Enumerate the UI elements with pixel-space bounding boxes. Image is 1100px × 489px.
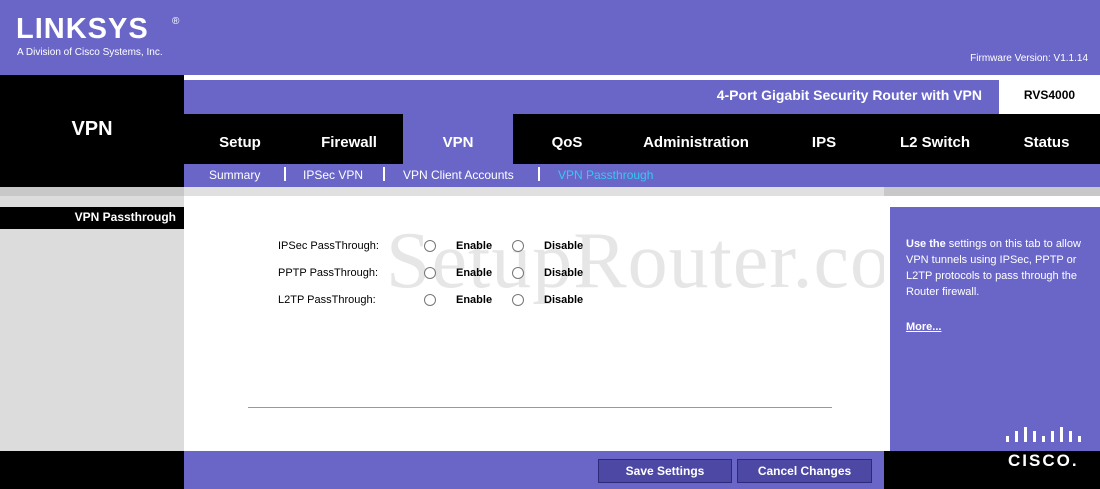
firmware-version: Firmware Version: V1.1.14 (970, 53, 1088, 64)
tab-administration[interactable]: Administration (621, 122, 771, 164)
cisco-logo-icon (1006, 427, 1081, 442)
help-lead: Use the (906, 238, 946, 250)
subtab-separator (383, 167, 385, 181)
tab-setup[interactable]: Setup (184, 122, 296, 164)
pptp-disable-label: Disable (544, 267, 584, 279)
pptp-disable-radio[interactable] (512, 267, 524, 279)
subtab-ipsec-vpn[interactable]: IPSec VPN (303, 168, 363, 182)
divider-band-center (184, 187, 884, 196)
footer-left (0, 451, 184, 489)
l2tp-enable-label: Enable (456, 294, 493, 306)
tab-ips[interactable]: IPS (771, 122, 877, 164)
left-sidebar (0, 196, 184, 451)
model-number: RVS4000 (1023, 88, 1076, 102)
l2tp-passthrough-label: L2TP PassThrough: (278, 294, 376, 306)
ipsec-enable-label: Enable (456, 240, 493, 252)
subtab-summary[interactable]: Summary (209, 168, 260, 182)
subtab-separator (284, 167, 286, 181)
tab-l2-switch[interactable]: L2 Switch (877, 122, 993, 164)
subtab-vpn-client-accounts[interactable]: VPN Client Accounts (403, 168, 514, 182)
linksys-logo: LINKSYS (16, 13, 149, 45)
content-divider (248, 407, 832, 408)
tab-firewall[interactable]: Firewall (296, 122, 402, 164)
ipsec-enable-radio[interactable] (424, 240, 436, 252)
header-banner (0, 0, 1100, 75)
sidebar-label: VPN Passthrough (74, 210, 176, 224)
l2tp-disable-radio[interactable] (512, 294, 524, 306)
tab-qos[interactable]: QoS (513, 122, 621, 164)
ipsec-disable-label: Disable (544, 240, 584, 252)
product-name: 4-Port Gigabit Security Router with VPN (716, 87, 982, 103)
subtab-separator (538, 167, 540, 181)
cisco-wordmark: CISCO. (1008, 451, 1079, 470)
l2tp-disable-label: Disable (544, 294, 584, 306)
more-link[interactable]: More... (906, 321, 941, 333)
ipsec-disable-radio[interactable] (512, 240, 524, 252)
help-text: Use the settings on this tab to allow VP… (906, 236, 1092, 300)
l2tp-enable-radio[interactable] (424, 294, 436, 306)
registered-mark: ® (172, 16, 180, 27)
pptp-passthrough-label: PPTP PassThrough: (278, 267, 379, 279)
logo-subtitle: A Division of Cisco Systems, Inc. (17, 47, 163, 58)
subtab-vpn-passthrough[interactable]: VPN Passthrough (558, 168, 653, 182)
help-panel-top (884, 196, 1100, 207)
section-title: VPN (71, 118, 113, 140)
ipsec-passthrough-label: IPSec PassThrough: (278, 240, 379, 252)
tab-vpn[interactable]: VPN (403, 114, 513, 164)
pptp-enable-label: Enable (456, 267, 493, 279)
pptp-enable-radio[interactable] (424, 267, 436, 279)
tab-status[interactable]: Status (993, 122, 1100, 164)
save-settings-button[interactable]: Save Settings (598, 459, 732, 483)
cancel-changes-button[interactable]: Cancel Changes (737, 459, 872, 483)
